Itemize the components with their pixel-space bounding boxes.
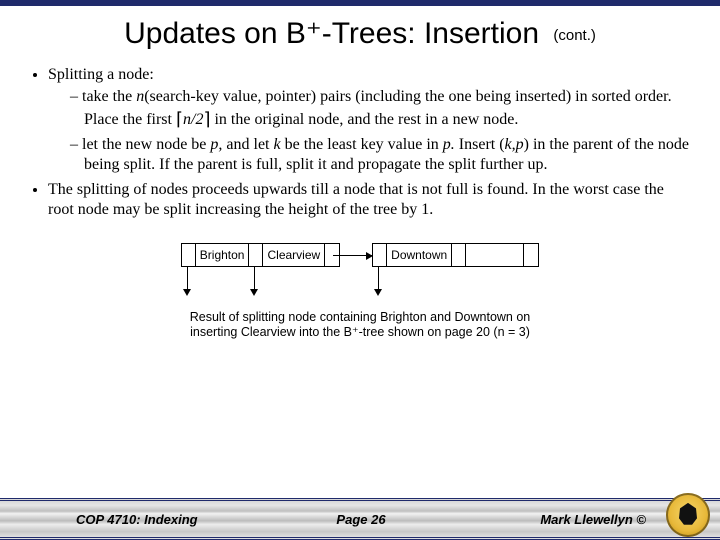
ceil-expr: n/2 (183, 111, 203, 128)
t: be the least key value in (281, 136, 443, 153)
slide-title: Updates on B⁺-Trees: Insertion (cont.) (0, 6, 720, 59)
t: in the original node, and the rest in a … (210, 111, 518, 128)
slide-body: Splitting a node: take the n(search-key … (0, 59, 720, 221)
footer-page: Page 26 (266, 512, 456, 527)
pointer-cell (524, 244, 538, 266)
bullet-splitting-text: Splitting a node: (48, 66, 154, 83)
pointer-cell (373, 244, 387, 266)
key-cell: Downtown (387, 244, 452, 266)
t: take the (82, 88, 136, 105)
subbullet-take: take the n(search-key value, pointer) pa… (70, 87, 692, 131)
ceil-left: ⌈ (176, 109, 183, 129)
var-k: k (274, 136, 281, 153)
right-leaf-node: Downtown (372, 243, 539, 267)
caption-line: Result of splitting node containing Brig… (190, 310, 531, 324)
diagram-caption: Result of splitting node containing Brig… (160, 310, 560, 341)
left-arrows (181, 267, 340, 301)
pointer-cell (452, 244, 466, 266)
t: and let (222, 136, 273, 153)
down-arrow-icon (372, 267, 386, 297)
sibling-link-arrow (333, 255, 372, 256)
var-p2: p. (443, 136, 455, 153)
title-main: Updates on B⁺-Trees: Insertion (124, 17, 539, 50)
bullet-propagate: The splitting of nodes proceeds upwards … (48, 180, 692, 221)
t: let the new node be (82, 136, 210, 153)
footer-course: COP 4710: Indexing (14, 512, 266, 527)
split-diagram: Brighton Clearview Downtown Result of sp… (0, 243, 720, 341)
title-cont: (cont.) (547, 27, 596, 44)
t: Insert ( (455, 136, 505, 153)
left-leaf-node: Brighton Clearview (181, 243, 340, 267)
var-p: p, (210, 136, 222, 153)
subbullet-newnode: let the new node be p, and let k be the … (70, 135, 692, 176)
pointer-cell (182, 244, 196, 266)
var-n: n (136, 88, 144, 105)
var-kp: k,p (505, 136, 524, 153)
key-cell: Brighton (196, 244, 250, 266)
caption-line: inserting Clearview into the B⁺-tree sho… (190, 325, 530, 339)
ucf-logo (666, 493, 710, 537)
down-arrow-icon (181, 267, 195, 297)
key-cell-empty (466, 244, 524, 266)
bullet-splitting: Splitting a node: take the n(search-key … (48, 65, 692, 176)
key-cell: Clearview (263, 244, 325, 266)
right-arrows (372, 267, 539, 301)
slide-footer: COP 4710: Indexing Page 26 Mark Llewelly… (0, 498, 720, 540)
pointer-cell (249, 244, 263, 266)
down-arrow-icon (248, 267, 262, 297)
bullet-propagate-text: The splitting of nodes proceeds upwards … (48, 181, 664, 218)
